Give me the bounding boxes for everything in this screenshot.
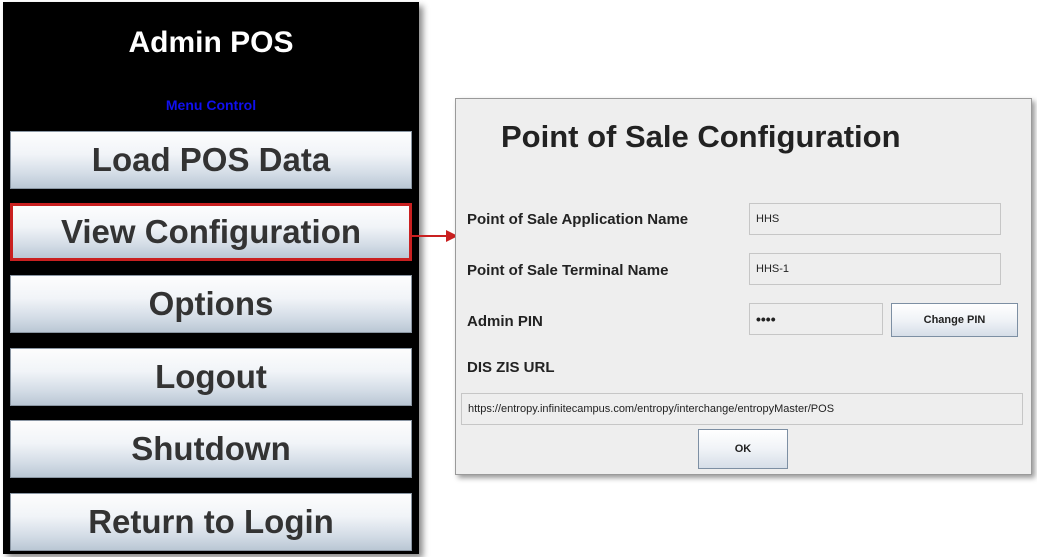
load-pos-data-button[interactable]: Load POS Data — [10, 131, 412, 189]
admin-pin-label: Admin PIN — [467, 313, 543, 330]
url-label: DIS ZIS URL — [467, 359, 555, 376]
terminal-name-label: Point of Sale Terminal Name — [467, 262, 669, 279]
app-name-label: Point of Sale Application Name — [467, 211, 689, 228]
return-to-login-button[interactable]: Return to Login — [10, 493, 412, 551]
terminal-name-field[interactable]: HHS-1 — [749, 253, 1001, 285]
arrow-right-icon — [412, 230, 458, 242]
menu-control-subtitle: Menu Control — [165, 97, 257, 113]
change-pin-button[interactable]: Change PIN — [891, 303, 1018, 337]
admin-pos-title: Admin POS — [128, 26, 294, 59]
dialog-title: Point of Sale Configuration — [501, 119, 901, 154]
pos-configuration-dialog: Point of Sale Configuration Point of Sal… — [455, 98, 1032, 475]
ok-button[interactable]: OK — [698, 429, 788, 469]
options-button[interactable]: Options — [10, 275, 412, 333]
app-name-field[interactable]: HHS — [749, 203, 1001, 235]
admin-pin-field[interactable]: •••• — [749, 303, 883, 335]
url-field[interactable]: https://entropy.infinitecampus.com/entro… — [461, 393, 1023, 425]
logout-button[interactable]: Logout — [10, 348, 412, 406]
view-configuration-button[interactable]: View Configuration — [10, 203, 412, 261]
shutdown-button[interactable]: Shutdown — [10, 420, 412, 478]
admin-pos-panel: Admin POS Menu Control Load POS Data Vie… — [3, 2, 419, 554]
admin-pin-value: •••• — [756, 311, 776, 327]
